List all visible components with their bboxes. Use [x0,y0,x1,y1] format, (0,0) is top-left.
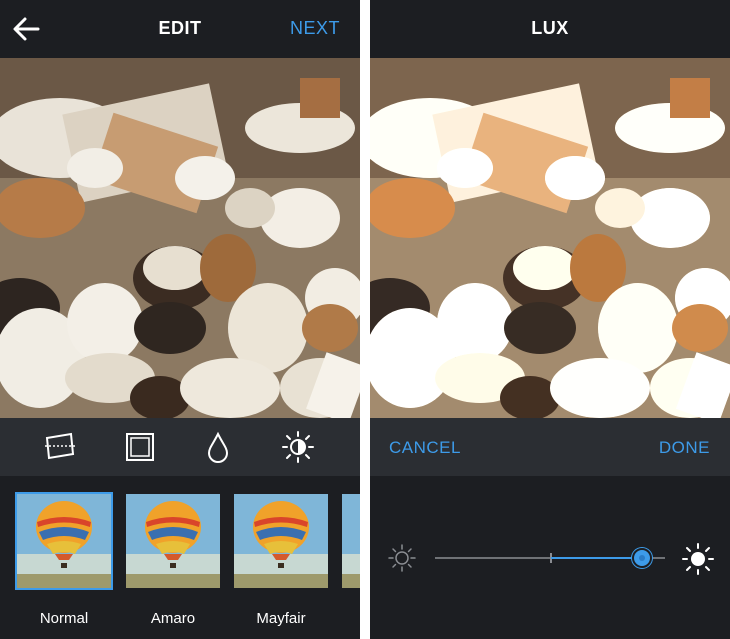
edit-photo [0,58,360,418]
cancel-button[interactable]: CANCEL [389,438,461,458]
lux-icon[interactable] [281,430,315,464]
next-button[interactable]: NEXT [290,18,340,39]
filter-thumbnail [126,494,220,588]
filter-thumbnail [234,494,328,588]
drop-icon[interactable] [201,430,235,464]
filter-next-partial[interactable] [342,494,360,588]
edit-tools-bar [0,418,360,476]
lux-top-bar: LUX [370,0,730,58]
sun-large-icon [682,543,714,575]
lux-slider[interactable] [435,546,665,570]
lux-screen: LUX CANCEL DONE [370,0,730,639]
filter-thumbnail [15,492,113,590]
done-button[interactable]: DONE [659,438,710,458]
filter-label: Amaro [150,610,196,627]
lux-slider-panel [370,476,730,639]
filter-mayfair[interactable]: Mayfair [234,494,328,627]
lux-photo [370,58,730,418]
edit-top-bar: EDIT NEXT [0,0,360,58]
lux-title: LUX [531,18,569,38]
sun-small-icon [388,544,416,572]
filter-normal[interactable]: Normal [15,492,113,627]
filter-thumbnail [342,494,360,588]
filter-strip: Normal Amaro Mayfair [0,476,360,639]
straighten-icon[interactable] [43,430,77,464]
lux-actions-bar: CANCEL DONE [370,418,730,476]
filter-label: Mayfair [256,610,306,627]
frame-icon[interactable] [123,430,157,464]
filter-label: Normal [39,610,89,627]
slider-knob[interactable] [632,548,652,568]
filter-amaro[interactable]: Amaro [126,494,220,627]
slider-fill [551,557,642,559]
edit-screen: EDIT NEXT Normal Amaro Mayfair [0,0,360,639]
